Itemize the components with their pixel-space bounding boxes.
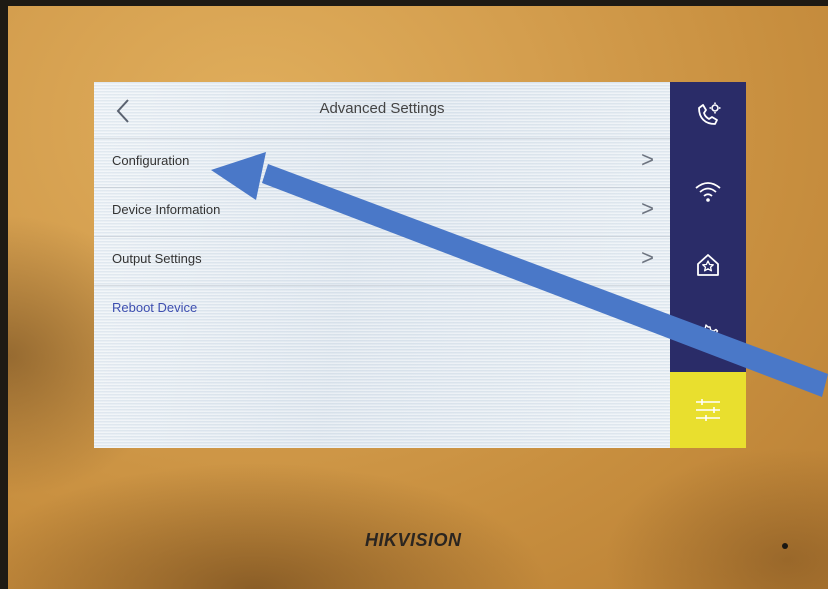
sidebar-item-wifi[interactable] <box>670 162 746 220</box>
brand-logo: HIKVISION <box>365 530 462 550</box>
wifi-icon <box>695 182 721 202</box>
menu-item-output-settings[interactable]: Output Settings > <box>94 236 670 285</box>
menu-item-reboot-device[interactable]: Reboot Device <box>94 285 670 334</box>
sidebar-item-settings[interactable] <box>670 308 746 366</box>
menu-item-label: Configuration <box>112 153 190 168</box>
page-title: Advanced Settings <box>319 100 445 117</box>
sidebar-item-call-settings[interactable] <box>670 86 746 144</box>
sidebar-item-home[interactable] <box>670 236 746 294</box>
touch-screen: Advanced Settings Configuration > Device… <box>94 82 670 448</box>
menu-item-label: Device Information <box>112 202 221 217</box>
chevron-right-icon: > <box>641 147 654 172</box>
menu-item-device-information[interactable]: Device Information > <box>94 187 670 236</box>
chevron-right-icon: > <box>641 245 654 270</box>
sidebar <box>670 82 746 448</box>
menu-item-configuration[interactable]: Configuration > <box>94 138 670 187</box>
screen-header: Advanced Settings <box>94 82 670 142</box>
gear-icon <box>695 324 721 350</box>
home-icon <box>697 254 719 276</box>
sidebar-item-advanced[interactable] <box>670 372 746 448</box>
sliders-icon <box>696 399 720 421</box>
phone-settings-icon <box>698 102 721 125</box>
menu-item-label: Output Settings <box>112 251 202 266</box>
menu-item-label: Reboot Device <box>112 300 198 315</box>
sensor-dot <box>782 543 788 549</box>
chevron-right-icon: > <box>641 196 654 221</box>
